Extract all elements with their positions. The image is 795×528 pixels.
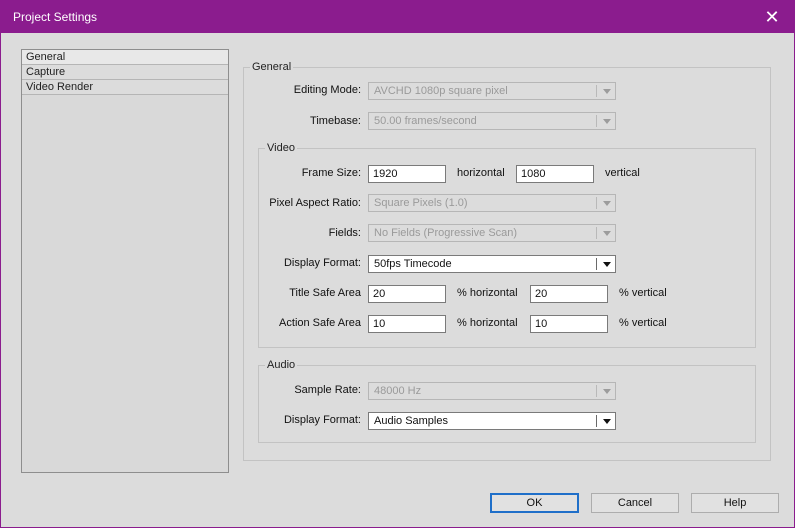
fields-dropdown: No Fields (Progressive Scan) xyxy=(368,224,616,242)
editing-mode-label: Editing Mode: xyxy=(293,84,361,96)
timebase-value: 50.00 frames/second xyxy=(374,115,477,127)
fields-value: No Fields (Progressive Scan) xyxy=(374,227,518,239)
sample-rate-label: Sample Rate: xyxy=(294,384,361,396)
window-title: Project Settings xyxy=(13,10,98,24)
pixel-aspect-ratio-value: Square Pixels (1.0) xyxy=(374,197,468,209)
general-group-title: General xyxy=(250,60,294,74)
settings-content: General Editing Mode: AVCHD 1080p square… xyxy=(243,59,773,461)
close-button[interactable]: ✕ xyxy=(750,1,794,33)
video-group-title: Video xyxy=(265,141,297,155)
chevron-down-icon xyxy=(603,201,611,206)
dropdown-separator xyxy=(596,115,597,127)
dropdown-separator xyxy=(596,385,597,397)
chevron-down-icon xyxy=(603,119,611,124)
pixel-aspect-ratio-dropdown: Square Pixels (1.0) xyxy=(368,194,616,212)
nav-item-general[interactable]: General xyxy=(22,50,228,65)
chevron-down-icon xyxy=(603,262,611,267)
audio-group: Audio xyxy=(258,358,756,443)
settings-category-list: General Capture Video Render xyxy=(21,49,229,473)
dropdown-separator xyxy=(596,197,597,209)
editing-mode-dropdown: AVCHD 1080p square pixel xyxy=(368,82,616,100)
chevron-down-icon xyxy=(603,419,611,424)
chevron-down-icon xyxy=(603,89,611,94)
action-safe-horizontal-input[interactable]: 10 xyxy=(368,315,446,333)
action-safe-horizontal-unit: % horizontal xyxy=(457,317,518,329)
audio-display-format-dropdown[interactable]: Audio Samples xyxy=(368,412,616,430)
dropdown-separator xyxy=(596,227,597,239)
chevron-down-icon xyxy=(603,389,611,394)
frame-height-unit: vertical xyxy=(605,167,640,179)
action-safe-vertical-unit: % vertical xyxy=(619,317,667,329)
frame-width-input[interactable]: 1920 xyxy=(368,165,446,183)
dropdown-separator xyxy=(596,258,597,270)
action-safe-area-label: Action Safe Area xyxy=(279,317,361,329)
timebase-label: Timebase: xyxy=(310,115,361,127)
frame-height-input[interactable]: 1080 xyxy=(516,165,594,183)
help-button[interactable]: Help xyxy=(691,493,779,513)
title-safe-area-label: Title Safe Area xyxy=(289,287,361,299)
nav-item-video-render[interactable]: Video Render xyxy=(22,80,228,95)
dropdown-separator xyxy=(596,85,597,97)
action-safe-vertical-input[interactable]: 10 xyxy=(530,315,608,333)
title-safe-horizontal-input[interactable]: 20 xyxy=(368,285,446,303)
video-display-format-label: Display Format: xyxy=(283,257,361,269)
video-display-format-dropdown[interactable]: 50fps Timecode xyxy=(368,255,616,273)
close-icon: ✕ xyxy=(764,6,780,27)
pixel-aspect-ratio-label: Pixel Aspect Ratio: xyxy=(269,197,361,209)
sample-rate-value: 48000 Hz xyxy=(374,385,422,397)
chevron-down-icon xyxy=(603,231,611,236)
dropdown-separator xyxy=(596,415,597,427)
title-safe-vertical-unit: % vertical xyxy=(619,287,667,299)
ok-button[interactable]: OK xyxy=(490,493,579,513)
editing-mode-value: AVCHD 1080p square pixel xyxy=(374,85,508,97)
frame-size-label: Frame Size: xyxy=(301,167,361,179)
video-display-format-value: 50fps Timecode xyxy=(374,258,452,270)
title-bar: Project Settings ✕ xyxy=(1,1,794,33)
sample-rate-dropdown: 48000 Hz xyxy=(368,382,616,400)
project-settings-dialog: Project Settings ✕ General Capture Video… xyxy=(0,0,795,528)
frame-width-unit: horizontal xyxy=(457,167,505,179)
nav-item-capture[interactable]: Capture xyxy=(22,65,228,80)
fields-label: Fields: xyxy=(328,227,361,239)
cancel-button[interactable]: Cancel xyxy=(591,493,679,513)
audio-group-title: Audio xyxy=(265,358,298,372)
timebase-dropdown: 50.00 frames/second xyxy=(368,112,616,130)
audio-display-format-value: Audio Samples xyxy=(374,415,448,427)
title-safe-vertical-input[interactable]: 20 xyxy=(530,285,608,303)
audio-display-format-label: Display Format: xyxy=(283,414,361,426)
title-safe-horizontal-unit: % horizontal xyxy=(457,287,518,299)
